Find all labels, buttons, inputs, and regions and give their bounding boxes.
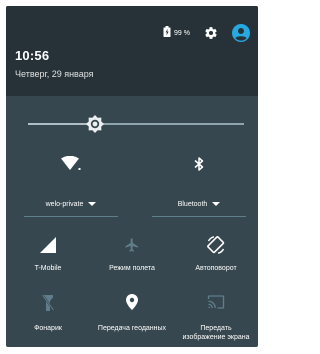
wifi-icon: [61, 155, 81, 177]
cast-label-line2: изображение экрана: [182, 334, 250, 341]
auto-rotate-tile[interactable]: Автоповорот: [174, 234, 258, 284]
battery-indicator: 99 %: [163, 24, 190, 42]
flashlight-icon: [41, 294, 55, 317]
wifi-network-dropdown[interactable]: welo-private: [22, 198, 120, 210]
location-icon: [126, 294, 138, 315]
screen-rotation-icon: [205, 234, 227, 261]
location-label: Передача геоданных: [97, 325, 167, 332]
cast-label-line1: Передать: [200, 325, 232, 332]
bluetooth-underline: [152, 216, 246, 217]
battery-percent: 99 %: [174, 29, 190, 37]
location-tile[interactable]: Передача геоданных: [90, 292, 174, 342]
chevron-down-icon: [212, 202, 221, 206]
chevron-down-icon: [88, 202, 97, 206]
status-icons: 99 %: [163, 21, 250, 45]
bluetooth-icon: [193, 156, 205, 177]
brightness-icon: [85, 115, 104, 133]
clock-time[interactable]: 10:56: [15, 48, 49, 63]
slider-fill: [28, 123, 95, 125]
mobile-carrier-label: T-Mobile: [34, 265, 62, 272]
cast-icon: [207, 294, 225, 315]
wifi-underline: [24, 216, 118, 217]
bluetooth-dropdown[interactable]: Bluetooth: [150, 198, 248, 210]
status-header: 99 % 10:56 Четверг, 29 января: [6, 6, 258, 96]
cast-screen-label: Передать изображение экрана: [174, 324, 258, 342]
cast-screen-tile[interactable]: Передать изображение экрана: [174, 292, 258, 342]
date-label[interactable]: Четверг, 29 января: [15, 69, 94, 79]
brightness-slider[interactable]: [28, 115, 244, 133]
gear-icon[interactable]: [204, 26, 218, 40]
wifi-tile[interactable]: [22, 155, 120, 190]
brightness-thumb[interactable]: [85, 115, 104, 133]
wifi-network-label: welo-private: [45, 200, 84, 208]
flashlight-tile[interactable]: Фонарик: [6, 292, 90, 342]
airplane-mode-tile[interactable]: Режим полета: [90, 234, 174, 284]
airplane-mode-label: Режим полета: [109, 265, 155, 272]
account-circle-icon[interactable]: [232, 24, 250, 42]
quick-settings-panel: 99 % 10:56 Четверг, 29 января welo-priva…: [6, 6, 258, 347]
bluetooth-label: Bluetooth: [177, 200, 208, 208]
mobile-data-tile[interactable]: T-Mobile: [6, 234, 90, 284]
auto-rotate-label: Автоповорот: [195, 265, 237, 272]
airplane-icon: [124, 236, 140, 259]
battery-icon: [163, 24, 171, 42]
signal-icon: [40, 237, 56, 258]
bluetooth-tile[interactable]: [150, 156, 248, 190]
flashlight-label: Фонарик: [34, 325, 62, 332]
